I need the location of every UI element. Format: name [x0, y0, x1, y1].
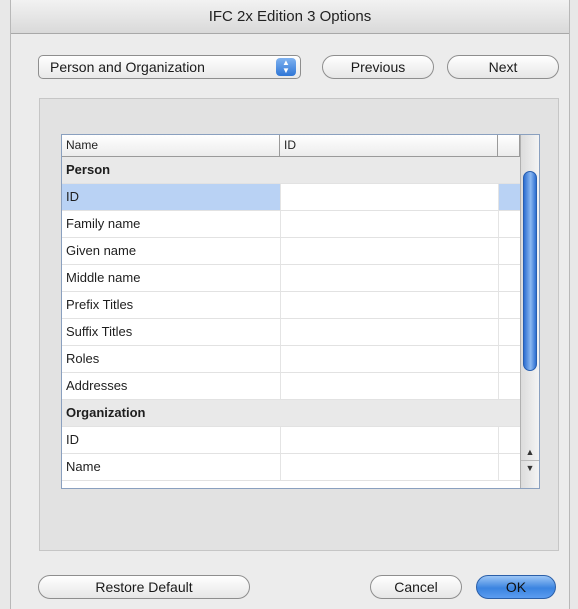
row-id-cell[interactable] [280, 292, 498, 318]
table-row[interactable]: ID [62, 427, 520, 454]
row-extra-cell [498, 319, 520, 345]
row-extra-cell [498, 427, 520, 453]
row-name-cell: Roles [66, 351, 100, 366]
row-extra-cell [498, 292, 520, 318]
row-name-cell: Addresses [66, 378, 128, 393]
table-body: Person ID Family name Given name Middle name… [62, 157, 520, 481]
row-id-cell[interactable] [280, 454, 498, 480]
table-row[interactable]: Family name [62, 211, 520, 238]
row-name-cell: Given name [66, 243, 137, 258]
row-id-cell[interactable] [280, 373, 498, 399]
column-header-extra[interactable] [498, 135, 520, 156]
scroll-down-arrow-icon[interactable]: ▼ [521, 460, 539, 474]
restore-default-button[interactable]: Restore Default [38, 575, 250, 599]
toolbar: Person and Organization ▲ ▼ Previous Next [11, 52, 569, 82]
row-id-cell[interactable] [280, 319, 498, 345]
row-id-cell[interactable] [280, 346, 498, 372]
row-name-cell: Prefix Titles [66, 297, 134, 312]
row-name-cell: ID [66, 432, 79, 447]
previous-button[interactable]: Previous [322, 55, 434, 79]
row-name-cell: Suffix Titles [66, 324, 133, 339]
table-row[interactable]: ID [62, 184, 520, 211]
row-id-cell [280, 400, 498, 426]
column-header-id[interactable]: ID [280, 135, 498, 156]
table-row[interactable]: Prefix Titles [62, 292, 520, 319]
row-extra-cell [498, 211, 520, 237]
row-id-cell[interactable] [280, 238, 498, 264]
ok-button[interactable]: OK [476, 575, 556, 599]
row-extra-cell [498, 265, 520, 291]
cancel-button[interactable]: Cancel [370, 575, 462, 599]
row-name-cell: Name [66, 459, 101, 474]
options-table: Name ID Person ID Family name Given name Mid… [61, 134, 540, 489]
row-id-cell [280, 157, 498, 183]
table-group-row[interactable]: Organization [62, 400, 520, 427]
row-extra-cell [498, 400, 520, 426]
vertical-scrollbar[interactable]: ▲ ▼ [520, 135, 539, 488]
table-row[interactable]: Given name [62, 238, 520, 265]
row-name-cell: ID [66, 189, 79, 204]
row-id-cell[interactable] [280, 184, 498, 210]
row-extra-cell [498, 454, 520, 480]
row-extra-cell [498, 157, 520, 183]
window-title: IFC 2x Edition 3 Options [11, 0, 569, 34]
row-extra-cell [498, 238, 520, 264]
options-dialog: IFC 2x Edition 3 Options Person and Orga… [10, 0, 570, 609]
options-panel: Name ID Person ID Family name Given name Mid… [39, 98, 559, 551]
table-row[interactable]: Roles [62, 346, 520, 373]
up-down-chevron-icon: ▲ ▼ [276, 58, 296, 76]
table-row[interactable]: Middle name [62, 265, 520, 292]
footer: Restore Default Cancel OK [11, 572, 569, 602]
row-extra-cell [498, 373, 520, 399]
table-row[interactable]: Name [62, 454, 520, 481]
table-row[interactable]: Suffix Titles [62, 319, 520, 346]
column-header-name[interactable]: Name [62, 135, 280, 156]
category-popup[interactable]: Person and Organization ▲ ▼ [38, 55, 301, 79]
table-group-row[interactable]: Person [62, 157, 520, 184]
next-button[interactable]: Next [447, 55, 559, 79]
row-name-cell: Organization [66, 405, 146, 420]
category-popup-label: Person and Organization [50, 59, 205, 75]
row-extra-cell [498, 346, 520, 372]
row-id-cell[interactable] [280, 211, 498, 237]
row-name-cell: Family name [66, 216, 141, 231]
scroll-thumb[interactable] [523, 171, 537, 371]
row-name-cell: Middle name [66, 270, 141, 285]
row-name-cell: Person [66, 162, 111, 177]
row-id-cell[interactable] [280, 265, 498, 291]
row-id-cell[interactable] [280, 427, 498, 453]
table-row[interactable]: Addresses [62, 373, 520, 400]
table-header: Name ID [62, 135, 520, 157]
scroll-up-arrow-icon[interactable]: ▲ [521, 445, 539, 459]
row-extra-cell [498, 184, 520, 210]
